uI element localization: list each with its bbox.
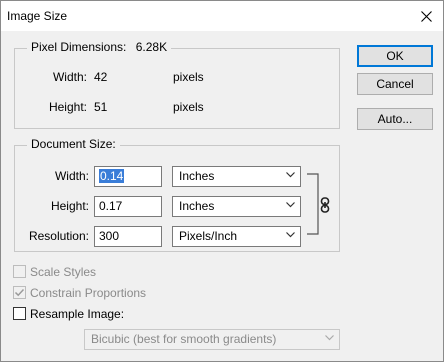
resolution-unit: Pixels/Inch (179, 229, 238, 243)
pixel-dimensions-group (14, 48, 340, 129)
chevron-down-icon (325, 335, 334, 341)
title-bar: Image Size (1, 1, 443, 31)
doc-height-label: Height: (50, 199, 89, 213)
close-button[interactable] (409, 1, 443, 31)
constrain-proportions-label: Constrain Proportions (30, 286, 147, 300)
resample-method: Bicubic (best for smooth gradients) (91, 332, 277, 346)
pixel-width-value: 42 (94, 70, 108, 84)
doc-height-value: 0.17 (99, 199, 123, 213)
pixel-dimensions-size: 6.28K (135, 40, 168, 54)
pixel-width-unit: pixels (173, 70, 204, 84)
doc-width-label: Width: (54, 169, 89, 183)
doc-height-input[interactable]: 0.17 (94, 196, 162, 217)
pixel-dimensions-legend: Pixel Dimensions: 6.28K (27, 40, 172, 54)
doc-width-unit-select[interactable]: Inches (172, 166, 301, 187)
document-size-legend: Document Size: (27, 137, 120, 151)
image-size-dialog: Image Size Pixel Dimensions: 6.28K Width… (0, 0, 444, 362)
constrain-proportions-checkbox[interactable] (13, 286, 26, 299)
scale-styles-label: Scale Styles (30, 265, 97, 279)
resample-image-label: Resample Image: (30, 307, 125, 321)
resolution-input[interactable]: 300 (94, 226, 162, 247)
resolution-unit-select[interactable]: Pixels/Inch (172, 226, 301, 247)
doc-height-unit-select[interactable]: Inches (172, 196, 301, 217)
cancel-button[interactable]: Cancel (357, 73, 433, 95)
pixel-height-unit: pixels (173, 100, 204, 114)
resolution-label: Resolution: (28, 229, 89, 243)
chain-link-icon (320, 197, 330, 213)
doc-height-unit: Inches (179, 199, 215, 213)
pixel-height-value: 51 (94, 100, 108, 114)
resolution-value: 300 (99, 229, 120, 243)
resample-method-select[interactable]: Bicubic (best for smooth gradients) (84, 329, 340, 350)
doc-width-input[interactable]: 0.14 (94, 166, 162, 187)
pixel-height-label: Height: (48, 100, 87, 114)
doc-width-value: 0.14 (99, 169, 125, 183)
scale-styles-checkbox[interactable] (13, 265, 26, 278)
chevron-down-icon (286, 172, 295, 178)
chevron-down-icon (286, 232, 295, 238)
dialog-title: Image Size (7, 9, 68, 23)
doc-width-unit: Inches (179, 169, 215, 183)
pixel-width-label: Width: (52, 70, 87, 84)
ok-button[interactable]: OK (357, 45, 433, 67)
auto-button[interactable]: Auto... (357, 108, 433, 130)
constrain-link-button[interactable] (319, 197, 331, 213)
close-icon (420, 10, 432, 22)
checkmark-icon (14, 288, 25, 297)
chevron-down-icon (286, 202, 295, 208)
resample-image-checkbox[interactable] (13, 307, 26, 320)
